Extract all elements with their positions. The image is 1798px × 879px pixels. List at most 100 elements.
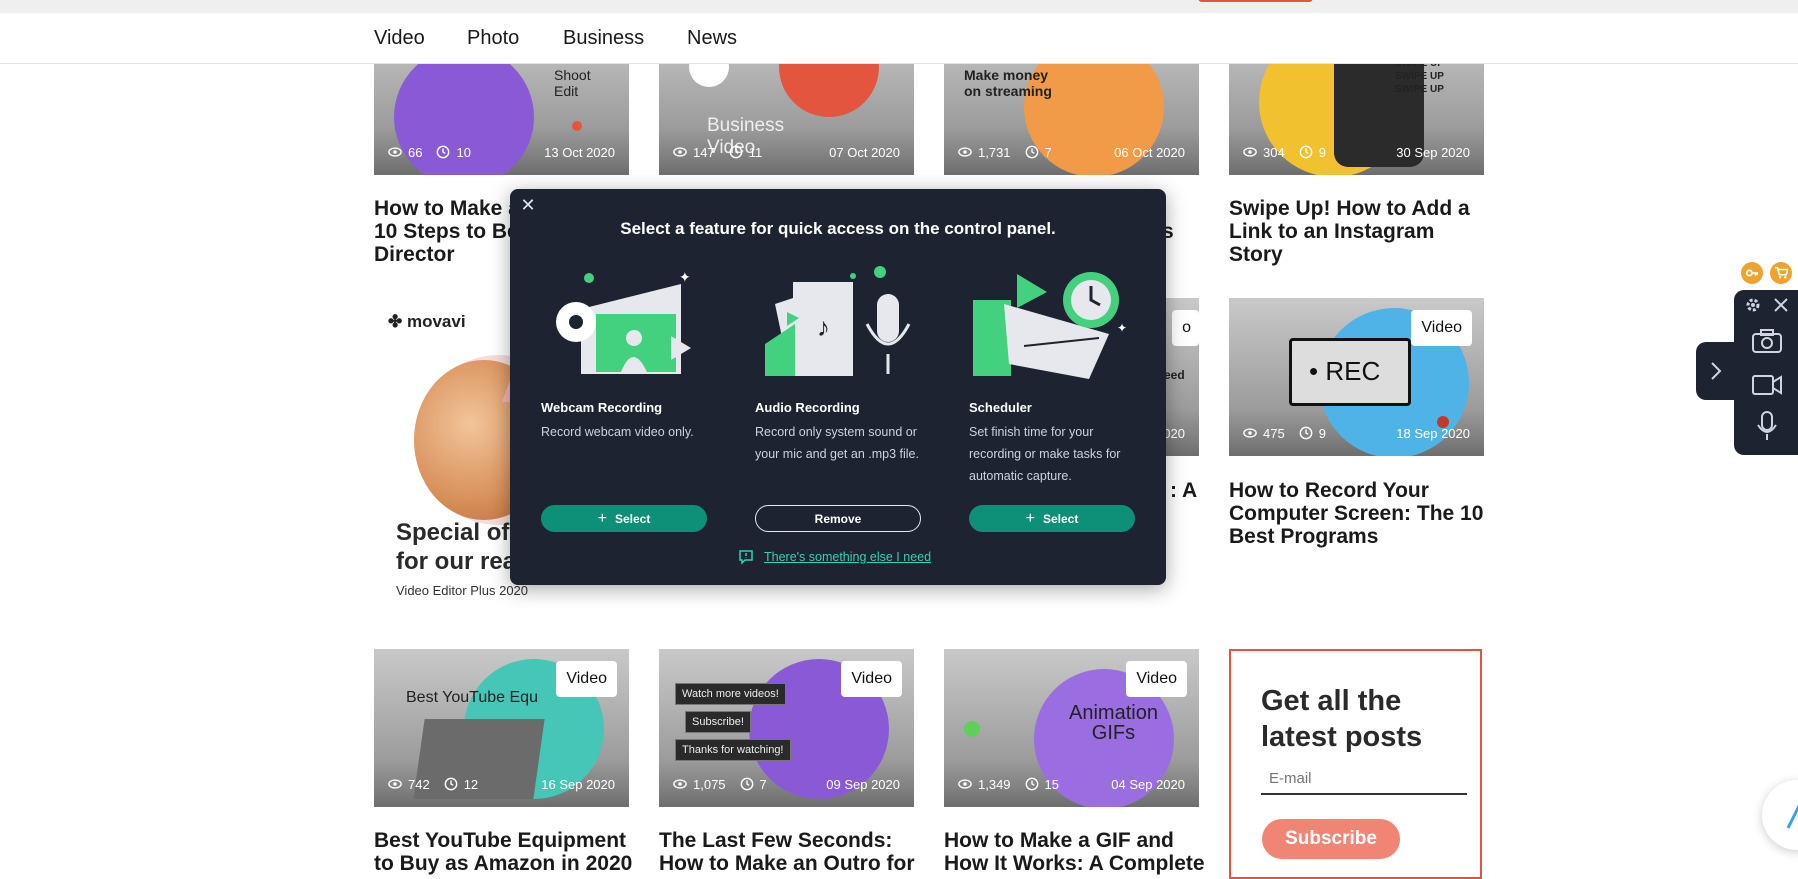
article-date: 06 Oct 2020: [1114, 144, 1185, 160]
clock-icon: [1299, 145, 1313, 159]
views-count: 742: [408, 776, 430, 792]
cart-icon[interactable]: [1770, 262, 1792, 284]
thumbnail-text: Shoot Edit: [554, 67, 591, 99]
category-tag[interactable]: Video: [841, 661, 902, 697]
views-count: 66: [408, 144, 423, 160]
comments-count: 12: [463, 776, 479, 792]
feedback-icon: [739, 550, 753, 565]
select-button-webcam[interactable]: + Select: [541, 505, 707, 532]
views-count: 147: [693, 144, 715, 160]
plus-icon: +: [597, 509, 607, 527]
chevron-right-icon[interactable]: [1708, 361, 1724, 381]
thumbnail-text: Animation GIFs: [1069, 702, 1158, 744]
clock-icon: [1025, 777, 1038, 791]
comments-count: 7: [1044, 144, 1052, 160]
svg-text:✦: ✦: [1117, 321, 1127, 335]
article-stats: 1,075 7 09 Sep 2020: [673, 775, 900, 793]
browser-top-strip: [0, 0, 1798, 13]
article-stats: 742 12 16 Sep 2020: [388, 775, 615, 793]
nav-video[interactable]: Video: [374, 27, 425, 50]
video-camera-icon[interactable]: [1751, 373, 1783, 397]
nav-news[interactable]: News: [687, 27, 737, 50]
views-count: 304: [1263, 144, 1285, 160]
article-stats: 1,731 7 06 Oct 2020: [958, 143, 1185, 161]
category-tag[interactable]: o: [1172, 310, 1199, 346]
article-stats: 1,349 15 04 Sep 2020: [958, 775, 1185, 793]
article-stats: 475 9 18 Sep 2020: [1243, 424, 1470, 442]
thumbnail-chip: Thanks for watching!: [675, 739, 791, 761]
eye-icon: [388, 147, 402, 157]
article-title[interactable]: Swipe Up! How to Add a Link to an Instag…: [1229, 197, 1484, 266]
article-title[interactable]: Best YouTube Equipment to Buy as Amazon …: [374, 829, 632, 875]
eye-icon: [1243, 428, 1257, 438]
newsletter-title: Get all the latest posts: [1261, 685, 1423, 753]
article-title[interactable]: s: [1162, 220, 1202, 243]
article-thumbnail[interactable]: Best YouTube Equ Video 742 12 16 Sep 202…: [374, 649, 629, 807]
article-date: 13 Oct 2020: [544, 144, 615, 160]
feature-select-dialog: ✕ Select a feature for quick access on t…: [510, 189, 1166, 585]
comments-count: 9: [1318, 425, 1326, 441]
clock-icon: [1025, 145, 1038, 159]
feedback-link[interactable]: There's something else I need: [738, 549, 931, 565]
key-icon[interactable]: [1741, 262, 1763, 284]
thumbnail-chip: Watch more videos!: [675, 683, 786, 705]
category-tag[interactable]: Video: [1411, 310, 1472, 346]
article-date: 07 Oct 2020: [829, 144, 900, 160]
category-tag[interactable]: Video: [556, 661, 617, 697]
svg-text:✦: ✦: [679, 269, 691, 285]
article-thumbnail[interactable]: Animation GIFs Video 1,349 15 04 Sep 202…: [944, 649, 1199, 807]
clock-icon: [444, 777, 458, 791]
movavi-logo: ✤ movavi: [388, 312, 466, 331]
microphone-icon[interactable]: [1755, 410, 1779, 442]
article-date: 30 Sep 2020: [1396, 144, 1470, 160]
comments-count: 10: [456, 144, 471, 160]
webcam-illustration: ✦: [556, 269, 691, 374]
scheduler-illustration: ✦: [973, 272, 1127, 379]
feature-description: Record only system sound or your mic and…: [755, 425, 919, 461]
thumbnail-text: eed: [1164, 368, 1185, 382]
article-stats: 304 9 30 Sep 2020: [1243, 143, 1470, 161]
camera-icon[interactable]: [1751, 328, 1783, 354]
close-icon[interactable]: ✕: [518, 195, 538, 215]
thumbnail-text: Best YouTube Equ: [406, 689, 538, 706]
views-count: 1,349: [978, 776, 1011, 792]
category-tag[interactable]: Video: [1126, 661, 1187, 697]
eye-icon: [388, 779, 402, 789]
panel-toggle[interactable]: [1696, 342, 1736, 400]
article-thumbnail[interactable]: • REC Video 475 9 18 Sep 2020: [1229, 298, 1484, 456]
views-count: 475: [1263, 425, 1285, 441]
scroll-to-top-button[interactable]: [1762, 780, 1798, 850]
feature-name: Webcam Recording: [541, 400, 663, 415]
clock-icon: [729, 145, 743, 159]
nav-photo[interactable]: Photo: [467, 27, 519, 50]
views-count: 1,075: [693, 776, 726, 792]
article-thumbnail[interactable]: Watch more videos! Subscribe! Thanks for w…: [659, 649, 914, 807]
audio-illustration: ♪: [765, 266, 911, 376]
remove-button-audio[interactable]: Remove: [755, 505, 921, 532]
feature-name: Audio Recording: [755, 400, 860, 415]
thumbnail-text: Make money on streaming: [964, 67, 1052, 99]
dialog-title: Select a feature for quick access on the…: [620, 219, 1056, 238]
subscribe-button[interactable]: Subscribe: [1262, 819, 1400, 859]
eye-icon: [1243, 147, 1257, 157]
feature-name: Scheduler: [969, 400, 1032, 415]
clock-icon: [437, 145, 450, 159]
eye-icon: [673, 147, 687, 157]
article-date: 18 Sep 2020: [1396, 425, 1470, 441]
close-icon[interactable]: [1774, 298, 1788, 312]
header-button-edge[interactable]: [1198, 0, 1313, 2]
article-title[interactable]: : A: [1170, 479, 1210, 502]
nav-business[interactable]: Business: [563, 27, 644, 50]
article-title[interactable]: How to Record Your Computer Screen: The …: [1229, 479, 1484, 548]
clock-icon: [1299, 426, 1313, 440]
comments-count: 9: [1318, 144, 1326, 160]
gear-icon[interactable]: [1745, 297, 1761, 313]
eye-icon: [673, 779, 687, 789]
feature-description: Record webcam video only.: [541, 425, 694, 439]
article-title[interactable]: The Last Few Seconds: How to Make an Out…: [659, 829, 915, 875]
control-panel: [1734, 290, 1798, 455]
email-field[interactable]: [1261, 763, 1467, 795]
article-title[interactable]: How to Make a GIF and How It Works: A Co…: [944, 829, 1205, 875]
select-button-scheduler[interactable]: + Select: [969, 505, 1135, 532]
category-nav: Video Photo Business News: [0, 13, 1798, 64]
